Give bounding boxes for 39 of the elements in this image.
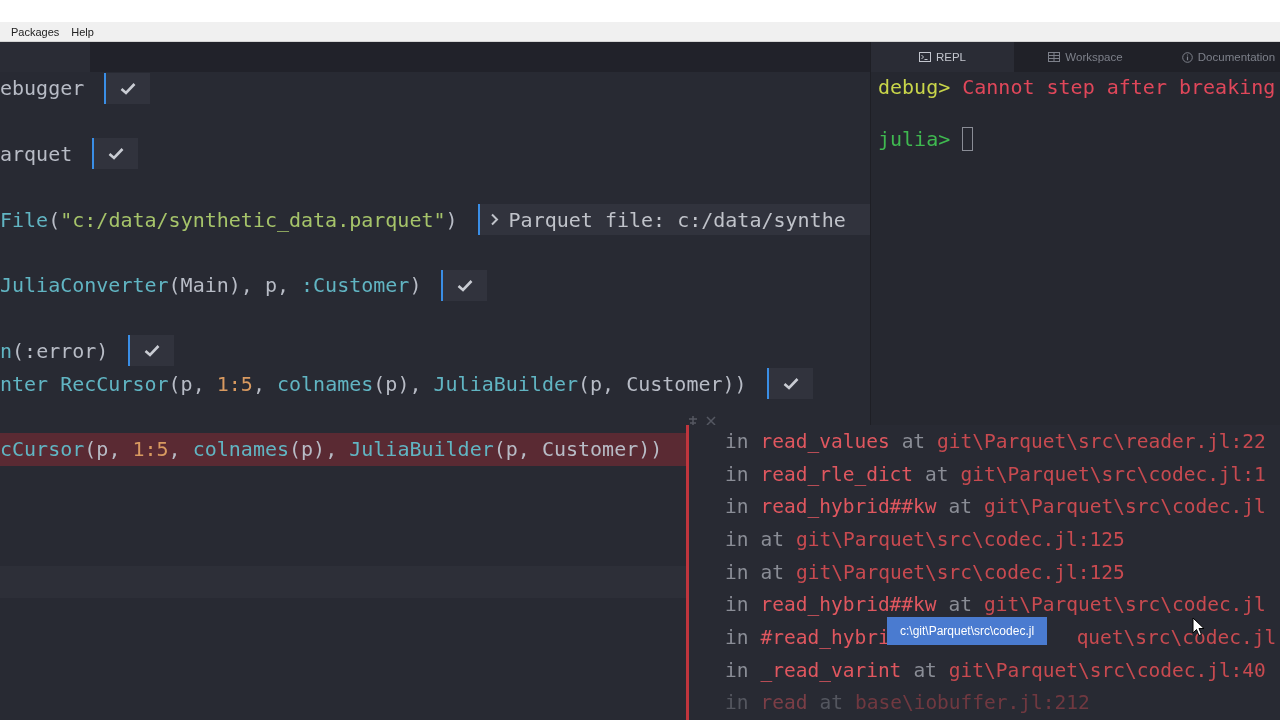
panel-tab[interactable]: REPL xyxy=(871,42,1014,72)
tooltip: c:\git\Parquet\src\codec.jl xyxy=(887,617,1048,645)
result-badge[interactable] xyxy=(128,335,175,367)
menu-item[interactable]: Help xyxy=(71,25,94,38)
result-badge[interactable]: Parquet file: c:/data/synthe xyxy=(477,204,870,236)
repl-prompt: julia> xyxy=(878,127,951,151)
code-line: File("c:/data/synthetic_data.parquet") xyxy=(0,206,458,234)
check-icon xyxy=(782,377,799,391)
code-line: arquet xyxy=(0,141,73,168)
stacktrace-row[interactable]: in _read_varint at git\Parquet\src\codec.jl:40 xyxy=(689,653,1280,687)
info-icon xyxy=(1181,51,1193,63)
check-icon xyxy=(144,344,161,358)
text-cursor xyxy=(962,127,974,151)
stacktrace-row[interactable]: in #read_hybri xyxy=(725,625,890,649)
stacktrace-row[interactable]: in at git\Parquet\src\codec.jl:125 xyxy=(689,555,1280,589)
check-icon xyxy=(108,147,125,161)
check-icon xyxy=(457,278,474,292)
result-badge[interactable] xyxy=(766,368,813,400)
pin-icon[interactable] xyxy=(686,414,700,428)
code-line: ebugger xyxy=(0,75,85,103)
terminal-icon xyxy=(918,52,931,62)
repl-prompt: debug> xyxy=(878,75,951,99)
result-badge[interactable] xyxy=(104,72,151,104)
code-line: nter RecCursor(p, 1:5, colnames(p), JuliaBuilder(p, Customer)) xyxy=(0,370,747,398)
check-icon xyxy=(120,81,137,95)
code-line: JuliaConverter(Main), p, :Customer) xyxy=(0,272,422,300)
result-badge[interactable] xyxy=(441,269,488,301)
result-badge[interactable] xyxy=(92,138,139,170)
error-message: Cannot step after breaking xyxy=(962,75,1276,99)
stacktrace-row[interactable]: in read_hybrid##kw at git\Parquet\src\codec.jl xyxy=(689,490,1280,524)
stacktrace-row[interactable]: in read_values at git\Parquet\src\reader.jl:22 xyxy=(689,425,1280,458)
result-text: Parquet file: c:/data/synthe xyxy=(508,207,846,232)
chevron-icon xyxy=(489,213,499,227)
code-line: n(:error) xyxy=(0,337,109,365)
menu-item[interactable]: Packages xyxy=(11,25,60,38)
table-icon xyxy=(1048,52,1061,62)
stacktrace-row[interactable]: in at git\Parquet\src\codec.jl:125 xyxy=(689,523,1280,556)
stacktrace-row[interactable]: in read_rle_dict at git\Parquet\src\codec.jl:1 xyxy=(689,457,1280,491)
file-path[interactable]: quet\src\codec.jl: xyxy=(1076,625,1280,649)
